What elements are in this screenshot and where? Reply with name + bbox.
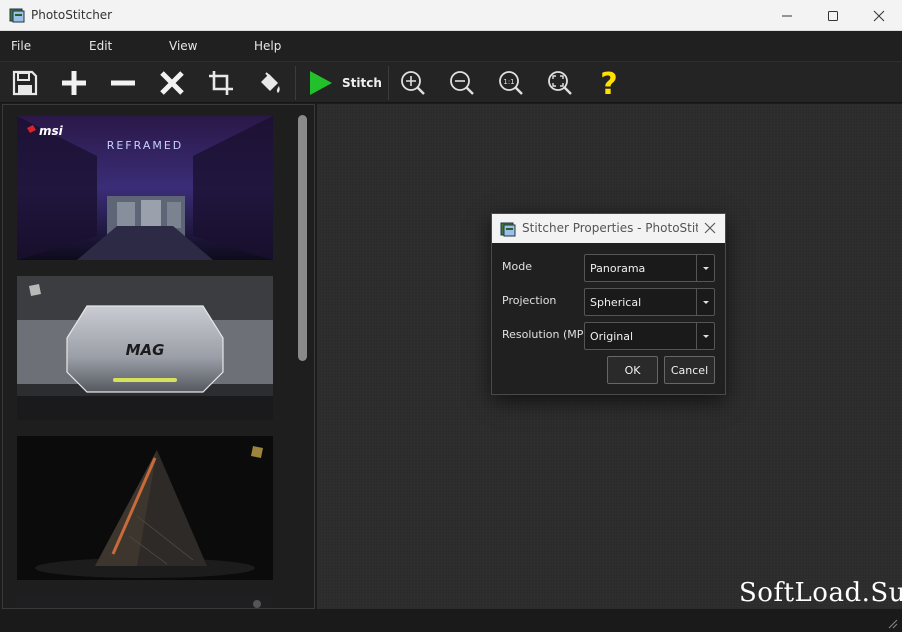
thumbnail-2[interactable]: MAG: [17, 276, 273, 420]
chevron-down-icon: [702, 334, 709, 338]
close-icon[interactable]: [702, 220, 718, 236]
help-text: ?: [600, 68, 617, 98]
thumbnail-panel[interactable]: REFRAMED msi MAG: [2, 104, 315, 609]
help-icon: ?: [600, 68, 617, 98]
resolution-label: Resolution (MP): [502, 328, 588, 341]
thumbnail-image: REFRAMED msi: [17, 116, 273, 260]
thumbnail-image: [17, 436, 273, 580]
remove-button[interactable]: [106, 66, 140, 100]
dropdown-arrow[interactable]: [696, 289, 714, 315]
mode-value: Panorama: [590, 262, 646, 275]
stitch-button[interactable]: Stitch: [300, 66, 386, 100]
delete-icon: [160, 71, 184, 95]
save-icon: [12, 70, 38, 96]
minimize-icon: [782, 15, 792, 16]
zoom-actual-icon: 1:1: [499, 71, 523, 95]
fill-icon: [261, 72, 280, 93]
toolbar: Stitch 1:1 ?: [0, 61, 902, 103]
toolbar-separator: [388, 66, 389, 100]
zoom-actual-text: 1:1: [503, 78, 514, 86]
status-bar: [0, 609, 902, 632]
zoom-fit-button[interactable]: [543, 66, 577, 100]
menu-bar: File Edit View Help: [0, 31, 902, 61]
projection-label: Projection: [502, 294, 557, 307]
projection-value: Spherical: [590, 296, 642, 309]
thumbnail-4[interactable]: [17, 596, 273, 608]
thumbnail-image: [17, 596, 273, 608]
remove-icon: [111, 80, 135, 86]
mode-label: Mode: [502, 260, 532, 273]
menu-view[interactable]: View: [169, 39, 197, 53]
thumbnail-logo: msi: [39, 124, 64, 138]
close-button[interactable]: [856, 0, 902, 31]
maximize-icon: [828, 10, 838, 21]
thumbnail-caption: REFRAMED: [107, 139, 184, 152]
chevron-down-icon: [702, 266, 709, 270]
app-icon: [500, 222, 516, 237]
dropdown-arrow[interactable]: [696, 323, 714, 349]
projection-select[interactable]: Spherical: [584, 288, 715, 316]
add-icon: [62, 71, 86, 95]
thumbnail-logo: MAG: [126, 341, 165, 359]
thumbnail-1[interactable]: REFRAMED msi: [17, 116, 273, 260]
crop-icon: [209, 71, 233, 95]
zoom-in-icon: [401, 71, 425, 95]
dropdown-arrow[interactable]: [696, 255, 714, 281]
dialog-title: Stitcher Properties - PhotoStitcher: [522, 221, 698, 235]
delete-button[interactable]: [155, 66, 189, 100]
stitch-label: Stitch: [342, 76, 382, 90]
dialog-title-bar: Stitcher Properties - PhotoStitcher: [492, 214, 725, 243]
close-icon: [873, 10, 885, 21]
resolution-value: Original: [590, 330, 634, 343]
play-icon: [310, 71, 332, 95]
maximize-button[interactable]: [810, 0, 856, 31]
window-title: PhotoStitcher: [31, 8, 113, 22]
resolution-select[interactable]: Original: [584, 322, 715, 350]
cancel-button[interactable]: Cancel: [664, 356, 715, 384]
help-button[interactable]: ?: [592, 66, 626, 100]
zoom-actual-button[interactable]: 1:1: [494, 66, 528, 100]
zoom-fit-icon: [548, 71, 572, 95]
fill-button[interactable]: [253, 66, 287, 100]
crop-button[interactable]: [204, 66, 238, 100]
resize-grip-icon[interactable]: [886, 617, 898, 629]
thumbnail-scrollbar[interactable]: [296, 111, 308, 604]
toolbar-separator: [295, 66, 296, 100]
stitcher-properties-dialog: Stitcher Properties - PhotoStitcher Mode…: [491, 213, 726, 395]
zoom-out-icon: [450, 71, 474, 95]
menu-help[interactable]: Help: [254, 39, 281, 53]
zoom-out-button[interactable]: [445, 66, 479, 100]
add-button[interactable]: [57, 66, 91, 100]
zoom-in-button[interactable]: [396, 66, 430, 100]
chevron-down-icon: [702, 300, 709, 304]
menu-file[interactable]: File: [11, 39, 31, 53]
mode-select[interactable]: Panorama: [584, 254, 715, 282]
menu-edit[interactable]: Edit: [89, 39, 112, 53]
thumbnail-3[interactable]: [17, 436, 273, 580]
ok-button[interactable]: OK: [607, 356, 658, 384]
scrollbar-thumb[interactable]: [298, 115, 307, 361]
watermark: SoftLoad.Su: [739, 578, 902, 608]
minimize-button[interactable]: [764, 0, 810, 31]
thumbnail-image: MAG: [17, 276, 273, 420]
save-button[interactable]: [8, 66, 42, 100]
title-bar: PhotoStitcher: [0, 0, 902, 31]
app-icon: [9, 8, 25, 23]
